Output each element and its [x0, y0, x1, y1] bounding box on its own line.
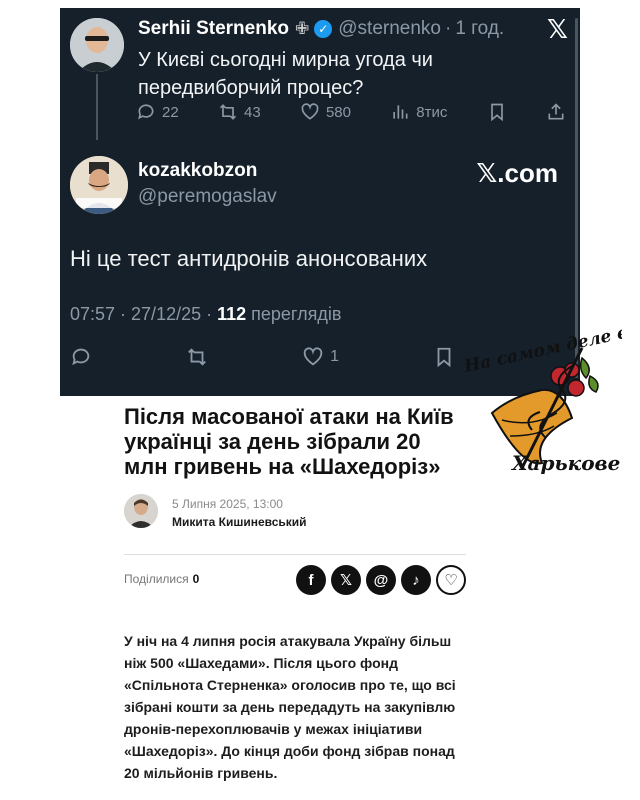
- logo-top-text: На самом деле в: [462, 323, 622, 377]
- tweet-actions: 22 43 580 8тис: [136, 100, 566, 124]
- avatar[interactable]: [70, 156, 128, 214]
- avatar[interactable]: [70, 18, 124, 72]
- reply-button[interactable]: [70, 346, 92, 368]
- author-handle[interactable]: @sternenko: [338, 18, 441, 40]
- facebook-icon[interactable]: f: [296, 565, 326, 595]
- reply-button[interactable]: 22: [136, 102, 179, 122]
- social-share-buttons: f 𝕏 @ ♪ ♡: [296, 565, 466, 595]
- retweet-button[interactable]: 43: [218, 102, 261, 122]
- tweet-text: Ні це тест антидронів анонсованих: [70, 246, 428, 271]
- views-count: 112: [217, 304, 247, 324]
- tweet-timestamp[interactable]: 07:57 · 27/12/25 ·: [70, 304, 217, 324]
- retweet-button[interactable]: [186, 346, 208, 368]
- share-icon: [548, 103, 564, 120]
- author-handle[interactable]: @peremogaslav: [138, 186, 277, 208]
- shared-count: 0: [192, 572, 200, 586]
- bookmark-icon: [490, 103, 503, 122]
- share-button[interactable]: [546, 102, 566, 122]
- tiktok-icon[interactable]: ♪: [401, 565, 431, 595]
- verified-badge-icon: ✓: [314, 20, 333, 38]
- cross-emoji: ✙: [295, 19, 310, 38]
- x-com-logo: 𝕏.com: [476, 158, 558, 188]
- bookmark-button[interactable]: [487, 102, 507, 122]
- reply-count: 22: [162, 103, 179, 121]
- author-name[interactable]: Serhii Sternenko: [138, 18, 289, 40]
- views-count: 8тис: [416, 103, 448, 121]
- article-headline[interactable]: Після масованої атаки на Київ українці з…: [124, 404, 470, 479]
- article-author[interactable]: Микита Кишиневський: [172, 515, 307, 529]
- bookmark-button[interactable]: [433, 346, 455, 368]
- heart-icon: [303, 347, 323, 366]
- retweet-icon: [219, 104, 237, 120]
- divider: [124, 554, 466, 555]
- bookmark-icon: [437, 347, 451, 368]
- horn-of-plenty-logo: На самом деле в Харькове: [462, 318, 630, 478]
- heart-icon: [301, 103, 319, 120]
- thread-line: [96, 74, 98, 140]
- views-button[interactable]: 8тис: [390, 102, 447, 122]
- like-count: 1: [330, 348, 339, 365]
- article-body: У ніч на 4 липня росія атакувала Україну…: [124, 633, 456, 781]
- tweet-time[interactable]: 1 год.: [455, 18, 504, 40]
- like-button[interactable]: 580: [300, 102, 351, 122]
- author-name[interactable]: kozakkobzon: [138, 160, 257, 182]
- like-count: 580: [325, 103, 351, 121]
- heart-icon[interactable]: ♡: [436, 565, 466, 595]
- tweet-header: Serhii Sternenko ✙ ✓ @sternenko · 1 год.: [138, 18, 504, 40]
- x-logo-icon[interactable]: 𝕏: [547, 14, 568, 45]
- article-date: 5 Липня 2025, 13:00: [172, 497, 283, 511]
- separator-dot: ·: [444, 18, 452, 39]
- tweet-actions: 1: [70, 344, 455, 370]
- like-button[interactable]: 1: [302, 346, 339, 368]
- reply-icon: [72, 348, 90, 366]
- retweet-icon: [188, 348, 206, 366]
- tweet-text: У Києві сьогодні мирна угода чи передвиб…: [138, 49, 433, 99]
- tweet-meta: 07:57 · 27/12/25 · 112 переглядів: [70, 304, 341, 325]
- reply-icon: [138, 104, 154, 120]
- shared-label: Поділилися: [124, 572, 189, 586]
- share-counter: Поділилися 0: [124, 572, 199, 586]
- author-avatar[interactable]: [124, 494, 158, 528]
- x-twitter-icon[interactable]: 𝕏: [331, 565, 361, 595]
- threads-icon[interactable]: @: [366, 565, 396, 595]
- views-label: переглядів: [246, 304, 342, 324]
- views-icon: [393, 105, 408, 119]
- retweet-count: 43: [243, 103, 261, 121]
- logo-bottom-text: Харькове: [510, 451, 620, 475]
